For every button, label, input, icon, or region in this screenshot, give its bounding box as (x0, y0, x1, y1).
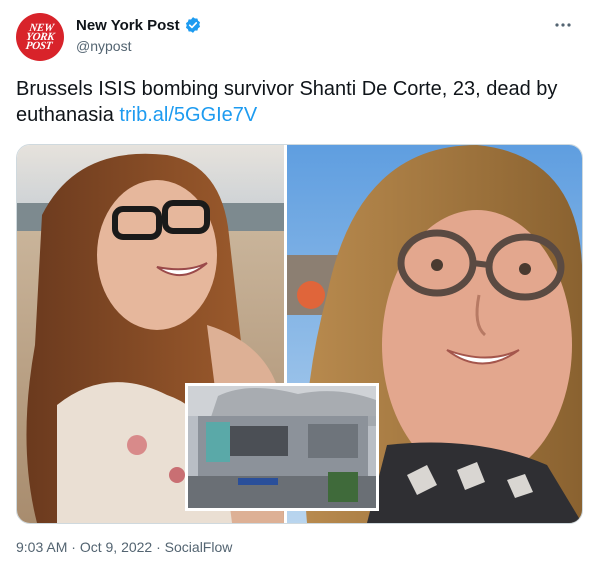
verified-badge-icon (184, 16, 202, 34)
display-name[interactable]: New York Post (76, 17, 180, 34)
nypost-logo: NEW YORK POST (24, 22, 56, 52)
tweet-body: Brussels ISIS bombing survivor Shanti De… (16, 78, 558, 126)
tweet-card[interactable]: NEW YORK POST New York Post @nypost Brus… (0, 0, 590, 565)
meta-separator-1: · (67, 539, 80, 555)
handle[interactable]: @nypost (76, 38, 131, 54)
tweet-link[interactable]: trib.al/5GGIe7V (119, 104, 257, 126)
tweet-time[interactable]: 9:03 AM (16, 539, 67, 555)
photo-airport-inset[interactable] (185, 383, 379, 511)
avatar[interactable]: NEW YORK POST (16, 13, 64, 61)
tweet-date[interactable]: Oct 9, 2022 (80, 539, 152, 555)
tweet-source: SocialFlow (164, 539, 233, 555)
author-name-row: New York Post (76, 16, 202, 34)
tweet-text: Brussels ISIS bombing survivor Shanti De… (16, 76, 576, 128)
meta-separator-2: · (152, 539, 165, 555)
logo-line-3: POST (24, 39, 53, 52)
tweet-meta: 9:03 AM · Oct 9, 2022 · SocialFlow (16, 539, 232, 555)
media-grid[interactable] (16, 144, 583, 524)
more-dots-icon[interactable] (552, 14, 574, 36)
